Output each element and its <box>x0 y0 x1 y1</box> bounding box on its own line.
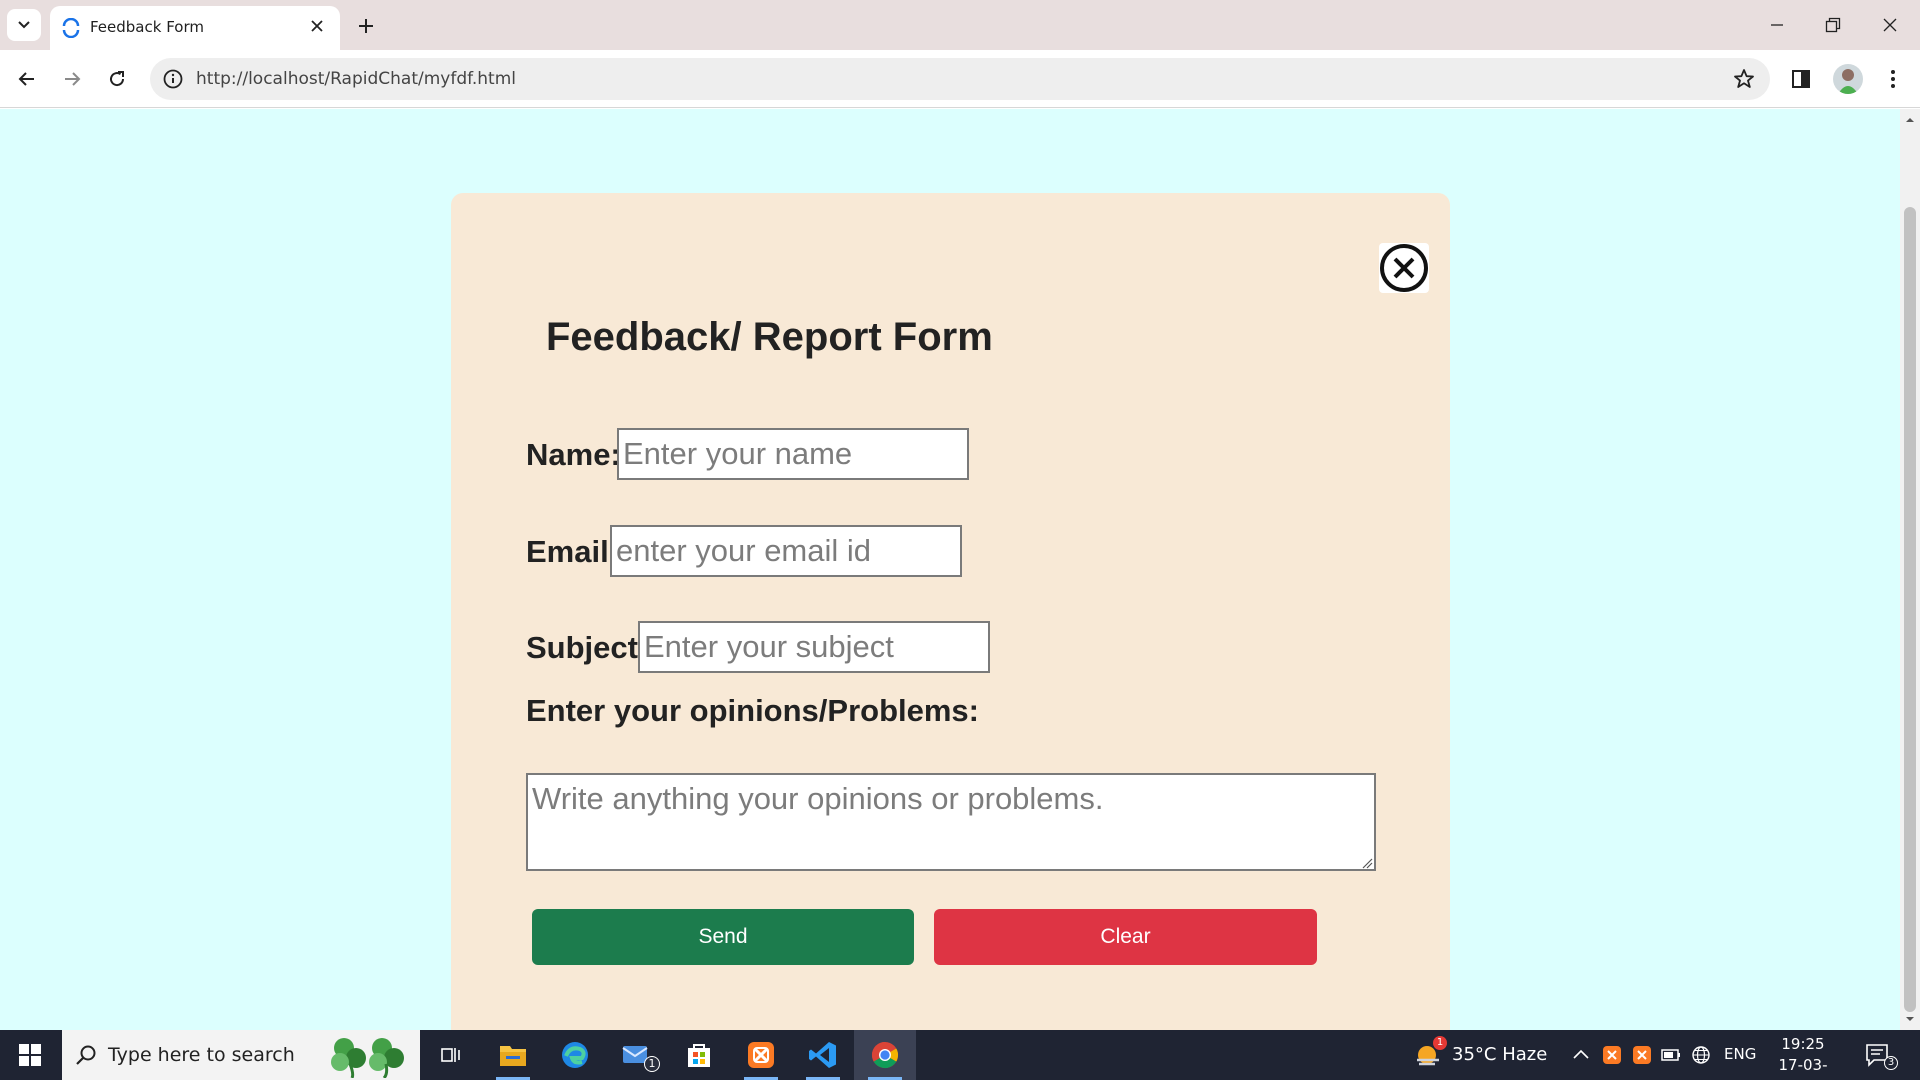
search-icon <box>76 1045 96 1065</box>
browser-menu-button[interactable] <box>1878 64 1908 94</box>
file-explorer-button[interactable] <box>482 1030 544 1080</box>
close-icon <box>311 20 323 32</box>
page-scrollbar[interactable] <box>1900 109 1920 1030</box>
browser-tab-strip: Feedback Form <box>0 0 1920 50</box>
subject-label: Subject: <box>526 630 649 665</box>
minimize-icon <box>1771 24 1783 26</box>
windows-logo-icon <box>19 1044 41 1066</box>
back-button[interactable] <box>11 63 43 95</box>
store-icon <box>688 1044 710 1067</box>
bookmark-star-icon[interactable] <box>1732 67 1756 91</box>
close-icon <box>1883 18 1897 32</box>
side-panel-icon[interactable] <box>1786 64 1816 94</box>
edge-button[interactable] <box>544 1030 606 1080</box>
weather-badge: 1 <box>1433 1036 1447 1050</box>
loading-favicon-icon <box>62 18 80 38</box>
email-input[interactable] <box>610 525 962 577</box>
address-bar[interactable]: http://localhost/RapidChat/myfdf.html <box>150 58 1770 100</box>
restore-icon <box>1825 17 1841 33</box>
subject-input[interactable] <box>638 621 990 673</box>
avatar-icon <box>1838 69 1858 94</box>
chevron-down-icon <box>18 21 30 29</box>
edge-browser-icon <box>562 1042 588 1068</box>
send-button[interactable]: Send <box>532 909 914 965</box>
clover-decoration-icon <box>331 1038 404 1078</box>
browser-toolbar: http://localhost/RapidChat/myfdf.html <box>0 50 1920 108</box>
xampp-tray-icon[interactable] <box>1602 1045 1622 1065</box>
close-circle-icon <box>1380 244 1428 292</box>
vscode-button[interactable] <box>792 1030 854 1080</box>
tab-search-button[interactable] <box>7 9 41 41</box>
xampp-icon <box>748 1042 774 1068</box>
windows-taskbar: Type here to search 1 1 35°C Haze ENG 19… <box>0 1030 1920 1080</box>
clock-time: 19:25 <box>1781 1035 1825 1053</box>
chrome-icon <box>871 1041 899 1069</box>
start-button[interactable] <box>0 1030 60 1080</box>
close-window-button[interactable] <box>1870 10 1910 40</box>
xampp-button[interactable] <box>730 1030 792 1080</box>
email-label: Email: <box>526 534 620 569</box>
tab-close-button[interactable] <box>306 15 328 37</box>
taskbar-clock[interactable]: 19:25 17-03-2024 <box>1766 1034 1840 1080</box>
battery-icon[interactable] <box>1661 1045 1681 1065</box>
new-tab-button[interactable] <box>352 12 380 40</box>
reload-icon <box>110 71 125 87</box>
notification-center-button[interactable]: 3 <box>1864 1042 1900 1070</box>
taskbar-search-box[interactable]: Type here to search <box>62 1030 420 1080</box>
chrome-button[interactable] <box>854 1030 916 1080</box>
vscode-icon <box>809 1042 836 1068</box>
profile-avatar[interactable] <box>1833 64 1863 94</box>
more-vertical-icon <box>1891 70 1895 88</box>
chevron-up-icon[interactable] <box>1571 1045 1591 1065</box>
minimize-button[interactable] <box>1757 10 1797 40</box>
weather-text[interactable]: 35°C Haze <box>1452 1044 1547 1065</box>
task-view-icon <box>441 1048 460 1062</box>
notification-badge: 3 <box>1884 1056 1898 1070</box>
task-view-button[interactable] <box>420 1030 482 1080</box>
arrow-right-icon <box>65 72 81 86</box>
scrollbar-thumb[interactable] <box>1904 207 1916 1012</box>
form-title: Feedback/ Report Form <box>546 315 993 359</box>
forward-button[interactable] <box>56 63 88 95</box>
folder-icon <box>500 1046 526 1066</box>
clock-date: 17-03-2024 <box>1778 1056 1828 1080</box>
plus-icon <box>359 19 373 33</box>
name-label: Name: <box>526 437 621 472</box>
browser-tab[interactable]: Feedback Form <box>50 6 340 50</box>
search-placeholder: Type here to search <box>108 1044 295 1066</box>
opinions-label: Enter your opinions/Problems: <box>526 693 979 728</box>
language-indicator[interactable]: ENG <box>1724 1045 1756 1063</box>
scroll-up-icon[interactable] <box>1905 115 1915 125</box>
close-form-button[interactable] <box>1379 243 1429 293</box>
restore-button[interactable] <box>1813 10 1853 40</box>
name-input[interactable] <box>617 428 969 480</box>
resize-grip-icon[interactable] <box>1361 857 1373 869</box>
scroll-down-icon[interactable] <box>1905 1014 1915 1024</box>
xampp-tray-icon-2[interactable] <box>1632 1045 1652 1065</box>
mail-badge: 1 <box>644 1056 660 1072</box>
arrow-left-icon <box>18 72 34 86</box>
mail-button[interactable]: 1 <box>606 1030 668 1080</box>
opinions-textarea[interactable] <box>526 773 1376 871</box>
store-button[interactable] <box>668 1030 730 1080</box>
page-viewport: Feedback/ Report Form Name: Email: Subje… <box>0 109 1900 1053</box>
feedback-form-card: Feedback/ Report Form Name: Email: Subje… <box>451 193 1450 1053</box>
globe-network-icon[interactable] <box>1691 1045 1711 1065</box>
clear-button[interactable]: Clear <box>934 909 1317 965</box>
url-text[interactable]: http://localhost/RapidChat/myfdf.html <box>196 69 516 89</box>
info-icon <box>163 69 183 89</box>
reload-button[interactable] <box>101 63 133 95</box>
tab-title: Feedback Form <box>90 18 204 36</box>
